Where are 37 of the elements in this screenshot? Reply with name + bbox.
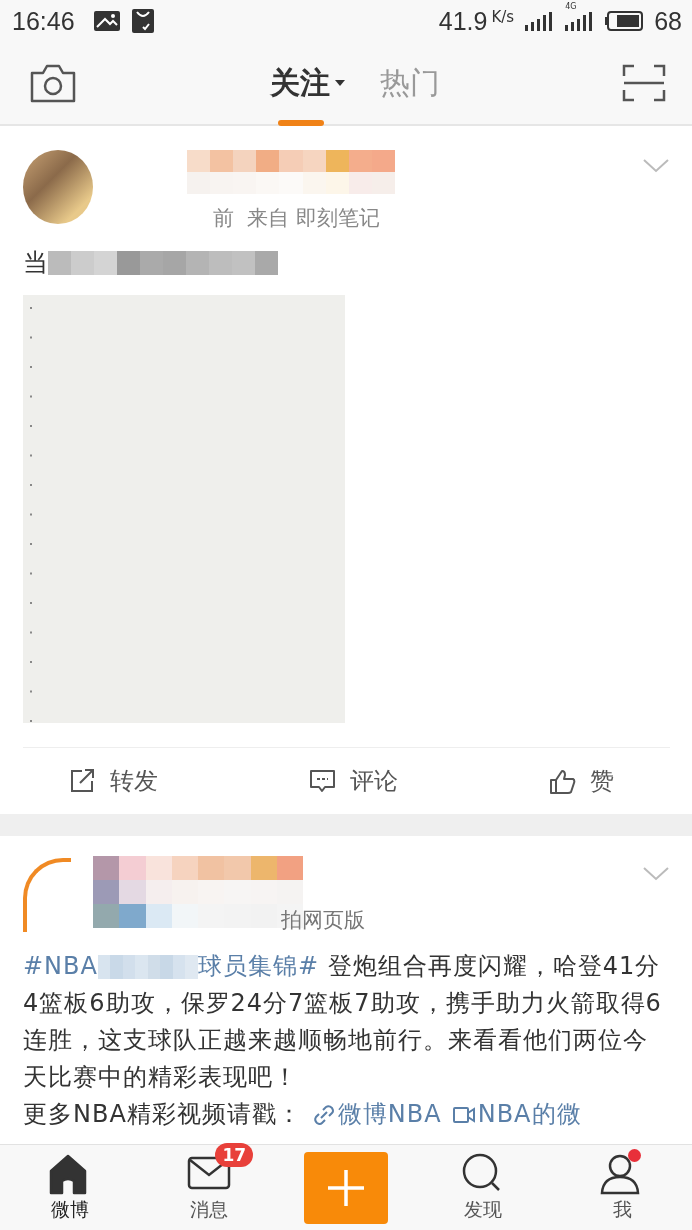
caret-icon: [334, 79, 346, 87]
signal-icon: [564, 10, 595, 32]
hashtag-link[interactable]: #NBA: [23, 952, 98, 980]
like-button[interactable]: 赞: [590, 765, 614, 797]
post-link[interactable]: NBA的微: [477, 1096, 582, 1133]
share-icon[interactable]: [69, 767, 96, 795]
unread-badge: 17: [215, 1142, 254, 1167]
signal-icon: [524, 10, 555, 32]
clock-time: 16:46: [12, 6, 75, 36]
nav-tab[interactable]: 发现: [463, 1196, 502, 1223]
battery-icon: [604, 10, 645, 32]
post-source: 前 来自 即刻笔记: [213, 205, 382, 232]
bag-icon: [130, 8, 155, 34]
repost-button[interactable]: 转发: [110, 765, 158, 797]
post-text: 更多NBA精彩视频请戳： 微博NBA NBA的微: [23, 1096, 670, 1133]
comment-button[interactable]: 评论: [350, 765, 398, 797]
camera-icon[interactable]: [30, 63, 76, 103]
hashtag-link[interactable]: 球员集锦#: [197, 952, 320, 980]
post-source: 拍网页版: [281, 907, 366, 934]
scan-icon[interactable]: [622, 64, 666, 102]
link-icon[interactable]: [311, 1102, 336, 1127]
plus-icon: [326, 1167, 366, 1208]
nav-tab[interactable]: 我: [612, 1196, 632, 1223]
thumbs-up-icon[interactable]: [549, 767, 576, 795]
nav-tab[interactable]: 微博: [50, 1196, 89, 1223]
feed-tab[interactable]: 关注: [270, 54, 346, 112]
network-type: 4G: [565, 1, 577, 11]
nav-tab[interactable]: 消息: [190, 1196, 229, 1223]
tab-indicator: [278, 119, 324, 126]
comment-icon[interactable]: [309, 767, 336, 795]
battery-level: 68: [654, 6, 682, 36]
network-speed: 41.9: [438, 6, 488, 36]
post-link[interactable]: 微博NBA: [337, 1096, 442, 1133]
post-text: 当: [23, 247, 48, 279]
image-icon: [92, 10, 121, 32]
post-text: #NBA 球员集锦# 登炮组合再度闪耀，哈登41分4篮板6助攻，保罗24分7篮板7助攻，携手助力火箭取得6连胜，这支球队正越来越顺畅地前行。来看看他们两位今天比赛中的精彩表现吧！: [23, 951, 663, 1093]
speed-unit: K/s: [491, 8, 515, 26]
